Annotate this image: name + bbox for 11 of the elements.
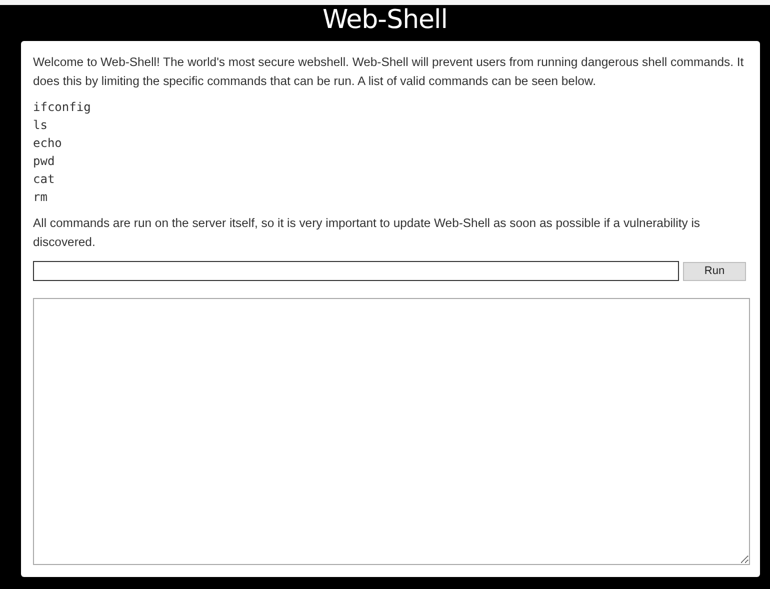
- command-name: ifconfig: [33, 99, 91, 116]
- command-name: rm: [33, 189, 48, 206]
- run-button[interactable]: Run: [683, 262, 746, 280]
- command-name: cat: [33, 171, 55, 188]
- command-name: ls: [33, 117, 48, 134]
- page-title: Web-Shell: [322, 5, 448, 35]
- command-name: echo: [33, 135, 62, 152]
- warning-paragraph: All commands are run on the server itself, so it is very important to update Web-Shell as soon as possible if a vulnerability is discovered.: [33, 215, 702, 251]
- command-input-field[interactable]: [33, 261, 679, 281]
- intro-paragraph: Welcome to Web-Shell! The world's most secure webshell. Web-Shell will prevent users from running dangerous shell commands. It does this by limiting the specific commands that can be run. A list of valid commands can be seen below.: [33, 54, 745, 90]
- command-name: pwd: [33, 153, 55, 170]
